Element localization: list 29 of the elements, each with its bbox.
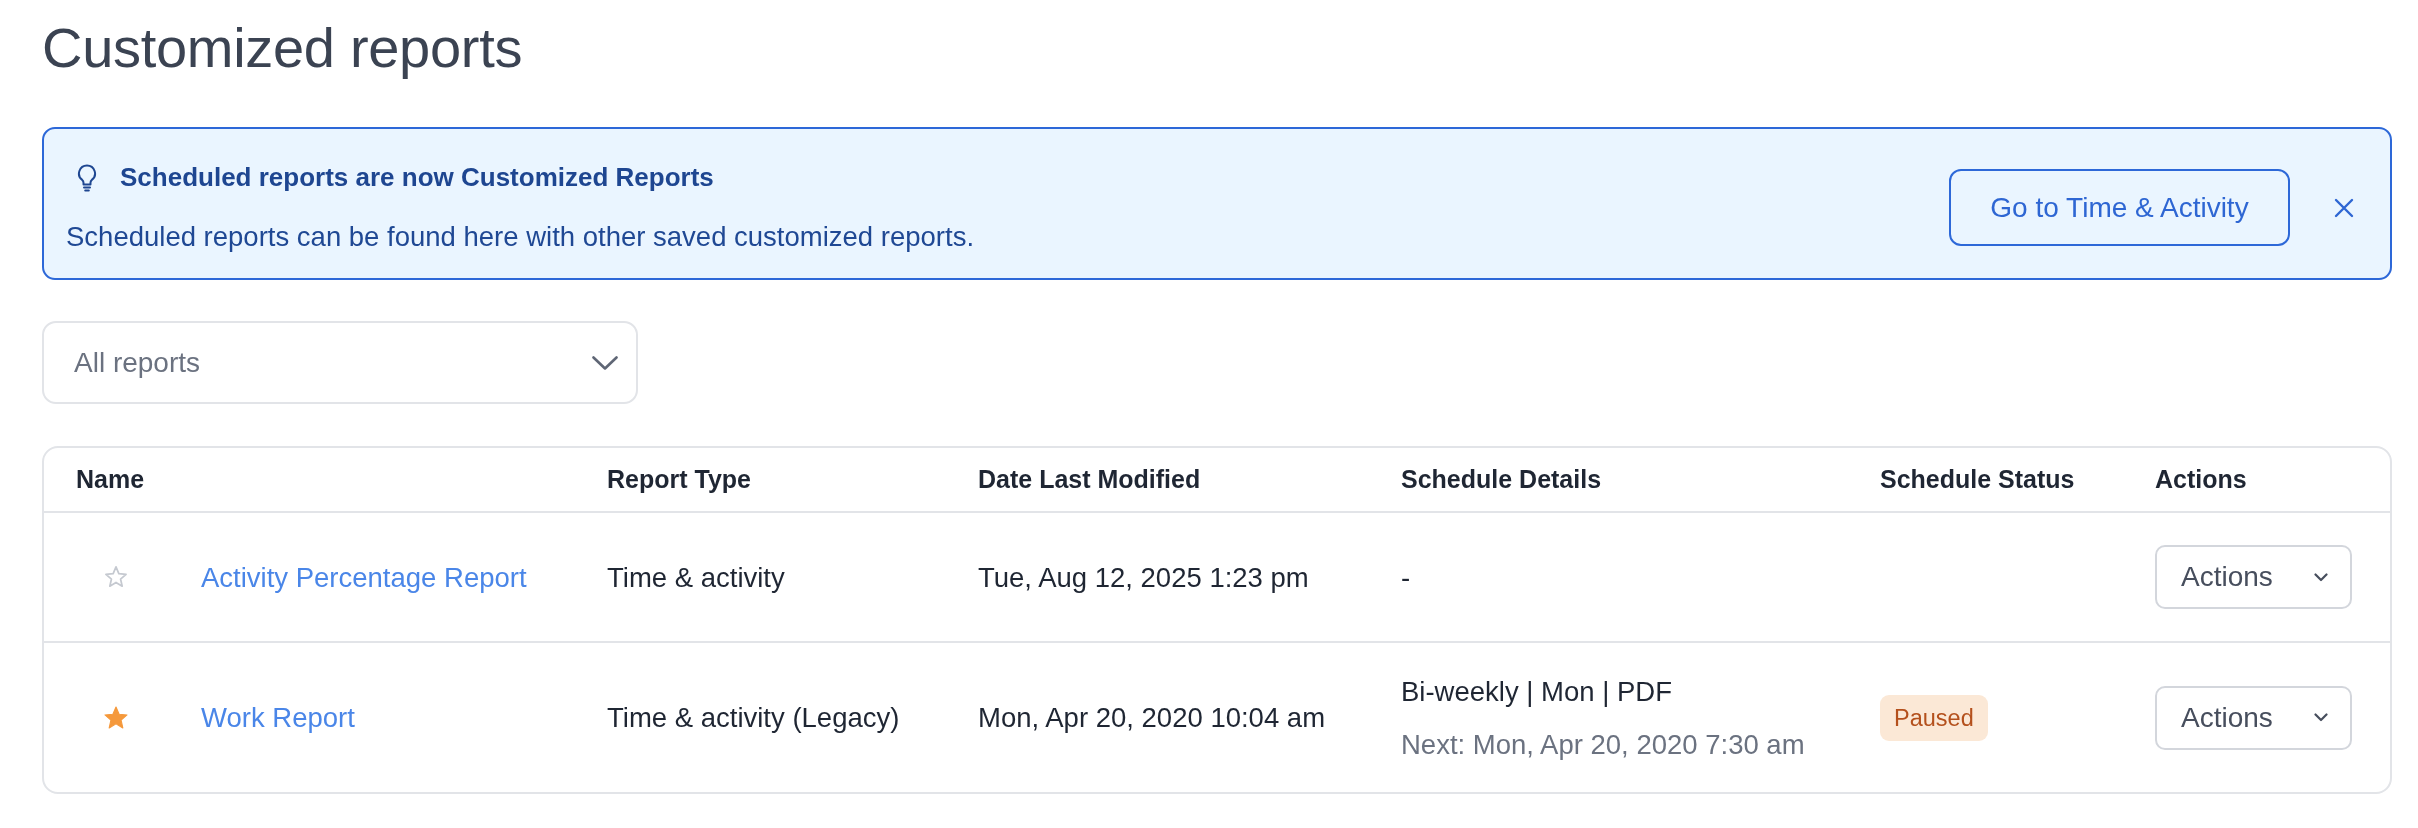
column-header: Date Last Modified (978, 465, 1201, 494)
close-icon[interactable] (2334, 197, 2354, 218)
banner-message: Scheduled reports can be found here with other saved customized reports. (66, 219, 976, 254)
column-header: Actions (2155, 465, 2247, 494)
table-cell: Mon, Apr 20, 2020 10:04 am (978, 702, 1326, 734)
lightbulb-icon (77, 163, 97, 192)
table-cell: Time & activity (Legacy) (607, 702, 900, 734)
caret-icon (2314, 572, 2328, 582)
report-name-link[interactable]: Activity Percentage Report (201, 556, 527, 598)
banner-title: Scheduled reports are now Customized Reports (120, 160, 714, 194)
page-title: Customized reports (42, 15, 523, 81)
filled-star-icon[interactable] (103, 704, 129, 731)
actions-button[interactable]: Actions (2155, 685, 2352, 750)
status-badge: Paused (1880, 694, 1988, 741)
column-header: Report Type (607, 465, 751, 494)
chevron-down-icon (592, 355, 618, 370)
report-filter-dropdown[interactable]: All reports (42, 321, 638, 405)
column-header: Name (76, 465, 145, 494)
report-name-link[interactable]: Work Report (201, 697, 355, 739)
go-to-time-activity-button[interactable]: Go to Time & Activity (1949, 169, 2290, 247)
schedule-details: Bi-weekly | Mon | PDF (1401, 674, 1672, 709)
schedule-details: - (1401, 560, 1411, 595)
actions-button[interactable]: Actions (2155, 545, 2352, 610)
column-header: Schedule Status (1880, 465, 2075, 494)
column-header: Schedule Details (1401, 465, 1602, 494)
table-cell: Time & activity (607, 561, 785, 593)
next-run-text: Next: Mon, Apr 20, 2020 7:30 am (1401, 727, 1805, 762)
table-cell: Tue, Aug 12, 2025 1:23 pm (978, 561, 1309, 593)
caret-icon (2314, 713, 2328, 723)
